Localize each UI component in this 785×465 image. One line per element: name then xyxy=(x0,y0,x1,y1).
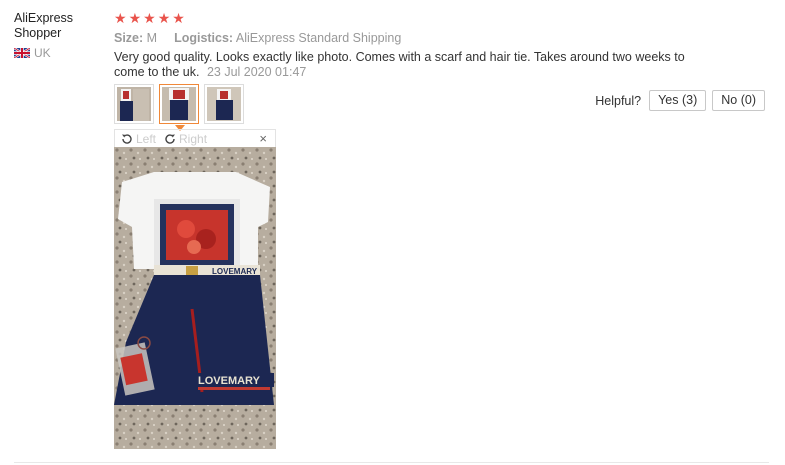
review-text: Very good quality. Looks exactly like ph… xyxy=(114,50,685,79)
skirt-text: LOVEMARY xyxy=(198,375,261,387)
order-info: Size: M Logistics: AliExpress Standard S… xyxy=(114,30,769,46)
thumbnail-3-image xyxy=(207,87,241,121)
reviewer-name-line-2: Shopper xyxy=(14,26,62,40)
logistics-label: Logistics: xyxy=(174,31,234,45)
rotate-left-icon xyxy=(122,133,132,144)
thumbnail-2-image xyxy=(162,87,196,121)
size-label: Size: xyxy=(114,31,144,45)
thumbnail-2[interactable] xyxy=(159,84,199,131)
rotate-left-button[interactable]: Left xyxy=(121,132,156,146)
star-icon: ★ xyxy=(143,10,156,26)
rotate-right-button[interactable]: Right xyxy=(164,132,207,146)
star-icon: ★ xyxy=(128,10,142,26)
review-divider xyxy=(14,462,769,463)
uk-flag-icon xyxy=(14,48,30,58)
review-date: 23 Jul 2020 01:47 xyxy=(206,65,307,79)
image-viewer: Left Right × LOVEMARY LOVEMARY xyxy=(114,129,276,449)
helpful-yes-button[interactable]: Yes (3) xyxy=(649,90,707,111)
review-text-block: Very good quality. Looks exactly like ph… xyxy=(114,50,704,80)
reviewer-country-label: UK xyxy=(34,46,51,60)
size-value: M xyxy=(146,31,158,45)
reviewer-country: UK xyxy=(14,46,104,60)
thumbnail-1[interactable] xyxy=(114,84,154,124)
reviewer-name[interactable]: AliExpress Shopper xyxy=(14,11,104,41)
rotate-right-icon xyxy=(165,133,176,144)
star-icon: ★ xyxy=(157,10,171,26)
star-icon: ★ xyxy=(114,10,127,26)
helpful-no-button[interactable]: No (0) xyxy=(712,90,765,111)
logistics-value: AliExpress Standard Shipping xyxy=(235,31,402,45)
reviewer-info: AliExpress Shopper UK xyxy=(14,11,104,60)
belt-text: LOVEMARY xyxy=(212,267,258,276)
image-viewer-toolbar: Left Right × xyxy=(114,129,276,147)
helpful-voting: Helpful? Yes (3) No (0) xyxy=(595,90,765,111)
star-icon: ★ xyxy=(172,10,185,26)
close-icon[interactable]: × xyxy=(259,131,267,146)
review-body: ★ ★ ★ ★ ★ Size: M Logistics: AliExpress … xyxy=(114,11,769,80)
rotate-left-label: Left xyxy=(136,131,157,146)
rotate-right-label: Right xyxy=(179,131,208,146)
star-rating: ★ ★ ★ ★ ★ xyxy=(114,11,769,25)
thumbnail-3[interactable] xyxy=(204,84,244,124)
thumbnail-1-image xyxy=(117,87,151,121)
reviewer-name-line-1: AliExpress xyxy=(14,11,74,25)
review-image-thumbnails xyxy=(114,84,244,131)
helpful-label: Helpful? xyxy=(595,93,642,108)
review-photo[interactable]: LOVEMARY LOVEMARY xyxy=(114,147,276,449)
